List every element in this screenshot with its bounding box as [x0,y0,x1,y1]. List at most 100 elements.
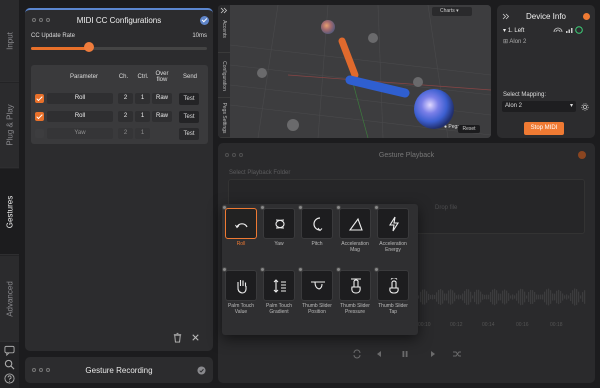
tab-configuration[interactable]: Configuration [218,54,230,98]
row-ctrl[interactable]: 1 [135,128,150,139]
gesture-card-acceleration-energy[interactable]: Acceleration Energy [374,205,409,253]
row-parameter[interactable]: Yaw [47,128,113,139]
reset-button[interactable]: Reset [458,125,480,133]
waveform-bar [526,295,528,299]
row-test-button[interactable]: Test [179,128,199,140]
3d-view[interactable]: Accents Configuration Pegs Settings Char… [218,5,491,138]
waveform-bar [488,294,490,300]
waveform-bar [450,289,452,305]
device-info-title: Device Info [525,12,567,21]
thumb-press-icon [339,270,371,301]
tab-accents-label: Accents [221,19,227,38]
gesture-label: Thumb Slider Tap [378,303,408,315]
mapping-select[interactable]: Alon 2 ▾ [502,101,576,112]
row-ctrl[interactable]: 1 [135,111,150,122]
waveform-bar [494,288,496,306]
view-side-tabs: Accents Configuration Pegs Settings [218,5,230,138]
pause-icon[interactable] [400,349,410,359]
waveform-bar [580,295,582,299]
waveform-bar [568,295,570,299]
update-rate-slider[interactable] [31,47,207,50]
waveform-bar [468,289,470,305]
col-parameter: Parameter [69,74,98,80]
tab-plug-play[interactable]: Plug & Play [0,83,19,168]
waveform-bar [514,295,516,299]
device-name: 1. Left [507,28,525,34]
gesture-card-pitch[interactable]: Pitch [298,205,333,247]
charts-label: Charts [440,8,455,14]
row-enable-checkbox[interactable] [35,129,44,138]
row-parameter[interactable]: Roll [47,93,113,104]
waveform-bar [544,291,546,303]
gesture-card-yaw[interactable]: Yaw [260,205,295,247]
gesture-card-thumb-slider-pressure[interactable]: Thumb Slider Pressure [336,267,371,315]
waveform-bar [430,295,432,299]
search-icon[interactable] [4,359,15,370]
3d-scene[interactable] [218,5,491,138]
row-enable-checkbox[interactable] [35,112,44,121]
slider-thumb[interactable] [84,42,95,52]
close-icon[interactable] [190,332,201,343]
waveform-bar [464,290,466,304]
check-circle-icon[interactable] [197,366,206,375]
waveform-bar [456,295,458,299]
row-test-button[interactable]: Test [179,93,199,105]
waveform-bar [504,289,506,305]
row-test-button[interactable]: Test [179,111,199,123]
row-channel[interactable]: 2 [118,93,133,104]
loop-icon[interactable] [352,349,362,359]
tab-advanced[interactable]: Advanced [0,256,19,342]
help-icon[interactable] [4,373,15,384]
tab-input[interactable]: Input [0,0,19,82]
gesture-label: Pitch [311,241,323,247]
waveform-bar [442,290,444,304]
tab-advanced-label: Advanced [5,280,14,317]
gesture-label: Yaw [274,241,284,247]
row-channel[interactable]: 2 [118,128,133,139]
waveform-bar [500,293,502,301]
panel-check-icon[interactable] [200,16,209,25]
row-parameter[interactable]: Roll [47,111,113,122]
trash-icon[interactable] [172,332,183,343]
gesture-card-roll[interactable]: Roll [222,205,257,247]
device-row[interactable]: ▾ 1. Left [503,27,524,34]
expand-icon[interactable] [220,7,228,14]
time-label: 00:12 [450,322,463,328]
gesture-card-palm-touch-value[interactable]: Palm Touch Value [222,267,257,315]
charts-dropdown[interactable]: Charts ▾ [432,7,472,16]
signal-battery-icon [553,26,583,34]
gesture-label: Roll [236,241,246,247]
row-overflow[interactable]: Raw [152,111,172,122]
stop-midi-button[interactable]: Stop MIDI [524,122,564,135]
next-icon[interactable] [428,349,438,359]
vertical-tab-bar: Input Plug & Play Gestures Advanced [0,0,19,388]
gear-icon[interactable] [581,103,589,111]
waveform-bar [446,293,448,301]
tab-gestures[interactable]: Gestures [0,169,19,255]
tab-pegs-settings[interactable]: Pegs Settings [218,99,230,138]
waveform-bar [552,293,554,301]
waveform-bar [462,293,464,301]
row-overflow[interactable]: Raw [152,93,172,104]
roll-icon [225,208,257,239]
gesture-recording-panel[interactable]: Gesture Recording [25,357,213,383]
waveform-bar [482,294,484,300]
gesture-card-acceleration-mag[interactable]: Acceleration Mag [336,205,371,253]
shuffle-icon[interactable] [452,349,462,359]
gesture-label: Acceleration Mag [341,241,369,253]
row-ctrl[interactable]: 1 [135,93,150,104]
chat-icon[interactable] [4,345,15,356]
thumb-tap-icon [377,270,409,301]
row-enable-checkbox[interactable] [35,94,44,103]
gesture-card-thumb-slider-position[interactable]: Thumb Slider Position [298,267,333,315]
waveform-bar [524,291,526,303]
gesture-card-palm-touch-gradient[interactable]: Palm Touch Gradient [260,267,295,315]
waveform-bar [470,291,472,303]
waveform-bar [434,294,436,300]
previous-icon[interactable] [374,349,384,359]
sub-device-row[interactable]: ⊞ Alon 2 [503,38,526,45]
gesture-card-thumb-slider-tap[interactable]: Thumb Slider Tap [374,267,409,315]
row-channel[interactable]: 2 [118,111,133,122]
gesture-label: Thumb Slider Pressure [340,303,370,315]
gesture-picker: Roll Yaw Pitch Acceleration Mag Accelera… [222,204,418,335]
